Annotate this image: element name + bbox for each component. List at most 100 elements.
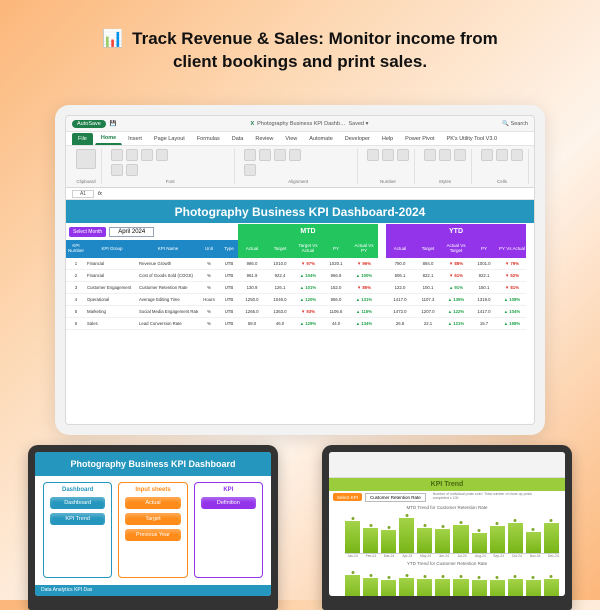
cell[interactable]: 1266.0 (238, 306, 266, 318)
cell[interactable]: 1001.0 (470, 258, 498, 270)
format-cells-icon[interactable] (511, 149, 523, 161)
tab-view[interactable]: View (279, 133, 303, 145)
save-icon[interactable]: 💾 (110, 121, 117, 127)
cell[interactable]: 4 (66, 294, 86, 306)
autosave-toggle[interactable]: AutoSave (72, 120, 106, 128)
cell[interactable]: ▼ 97% (294, 258, 322, 270)
tab-developer[interactable]: Developer (339, 133, 376, 145)
tab-automate[interactable]: Automate (303, 133, 339, 145)
cell[interactable]: 1106.6 (322, 306, 350, 318)
cell[interactable]: 1046.0 (266, 294, 294, 306)
cell[interactable]: 5 (66, 306, 86, 318)
cell-styles-icon[interactable] (454, 149, 466, 161)
tab-utility[interactable]: PK's Utility Tool V3.0 (441, 133, 503, 145)
kpi-row[interactable]: 1FinancialRevenue Growth%UTB986.01010.0▼… (66, 258, 534, 270)
cell[interactable]: Hours (198, 294, 220, 306)
cell[interactable]: Average Editing Time (138, 294, 198, 306)
underline-icon[interactable] (141, 149, 153, 161)
cell[interactable]: ▼ 61% (442, 270, 470, 282)
cell[interactable]: ▼ 81% (498, 282, 526, 294)
wrap-text-icon[interactable] (289, 149, 301, 161)
cell[interactable]: ▲ 131% (350, 294, 378, 306)
nav-actual[interactable]: Actual (125, 497, 180, 509)
fill-color-icon[interactable] (111, 164, 123, 176)
border-icon[interactable] (156, 149, 168, 161)
search-box[interactable]: 🔍 Search (502, 121, 528, 127)
cell[interactable]: ▼ 96% (350, 258, 378, 270)
merge-icon[interactable] (244, 164, 256, 176)
worksheet[interactable]: Photography Business KPI Dashboard-2024 … (66, 200, 534, 424)
saved-indicator[interactable]: Saved ▾ (349, 121, 369, 127)
cell[interactable]: Customer Retention Rate (138, 282, 198, 294)
cell[interactable]: ▲ 134% (350, 318, 378, 330)
cell[interactable]: UTB (220, 282, 238, 294)
cell[interactable]: Marketing (86, 306, 138, 318)
cell[interactable]: 22.1 (414, 318, 442, 330)
cell[interactable]: ▲ 108% (498, 294, 526, 306)
nav-kpi-trend[interactable]: KPI Trend (50, 513, 105, 525)
tab-formulas[interactable]: Formulas (191, 133, 226, 145)
kpi-row[interactable]: 3Customer EngagementCustomer Retention R… (66, 282, 534, 294)
cell[interactable]: UTB (220, 318, 238, 330)
cell[interactable]: ▲ 100% (350, 270, 378, 282)
cell[interactable] (378, 258, 386, 270)
cell[interactable]: 58.0 (238, 318, 266, 330)
cell[interactable]: 961.9 (238, 270, 266, 282)
cell[interactable]: ▼ 52% (498, 270, 526, 282)
cell[interactable]: ▲ 104% (294, 270, 322, 282)
cell[interactable]: 1417.0 (386, 294, 414, 306)
cell[interactable]: UTB (220, 294, 238, 306)
cell[interactable]: UTB (220, 306, 238, 318)
currency-icon[interactable] (367, 149, 379, 161)
cell[interactable]: 1319.0 (470, 294, 498, 306)
cell[interactable]: 894.0 (414, 258, 442, 270)
cell[interactable]: 1363.0 (266, 306, 294, 318)
cell[interactable]: 1417.0 (470, 306, 498, 318)
cell[interactable] (378, 282, 386, 294)
align-right-icon[interactable] (274, 149, 286, 161)
cell[interactable]: 1010.0 (266, 258, 294, 270)
tab-help[interactable]: Help (376, 133, 399, 145)
cell[interactable]: ▲ 135% (442, 294, 470, 306)
tab-data[interactable]: Data (226, 133, 250, 145)
font-color-icon[interactable] (126, 164, 138, 176)
cell[interactable]: 1250.0 (238, 294, 266, 306)
cell[interactable]: 152.0 (322, 282, 350, 294)
kpi-row[interactable]: 5MarketingSocial Media Engagement Rate%U… (66, 306, 534, 318)
cell[interactable]: ▼ 79% (498, 258, 526, 270)
cell[interactable]: ▲ 101% (294, 282, 322, 294)
format-table-icon[interactable] (439, 149, 451, 161)
cell[interactable]: 1020.1 (322, 258, 350, 270)
cell[interactable] (378, 318, 386, 330)
cell[interactable]: Customer Engagement (86, 282, 138, 294)
cell[interactable]: Operational (86, 294, 138, 306)
cell[interactable]: 46.0 (266, 318, 294, 330)
cell[interactable]: 986.0 (238, 258, 266, 270)
cell[interactable]: Social Media Engagement Rate (138, 306, 198, 318)
cell[interactable]: ▲ 121% (442, 318, 470, 330)
align-center-icon[interactable] (259, 149, 271, 161)
cell[interactable]: 130.9 (238, 282, 266, 294)
cell[interactable]: 1107.3 (414, 294, 442, 306)
cell[interactable]: % (198, 318, 220, 330)
cell[interactable]: Financial (86, 258, 138, 270)
cell[interactable]: 1207.0 (414, 306, 442, 318)
cell[interactable]: ▲ 158% (498, 318, 526, 330)
cell[interactable]: 1472.0 (386, 306, 414, 318)
cell[interactable]: 790.0 (386, 258, 414, 270)
tab-insert[interactable]: Insert (122, 133, 148, 145)
cell[interactable]: ▲ 91% (442, 282, 470, 294)
cell[interactable]: Revenue Growth (138, 258, 198, 270)
tab-page-layout[interactable]: Page Layout (148, 133, 191, 145)
cell[interactable]: 44.0 (322, 318, 350, 330)
cell[interactable]: ▼ 85% (350, 282, 378, 294)
cell[interactable]: Financial (86, 270, 138, 282)
nav-target[interactable]: Target (125, 513, 180, 525)
percent-icon[interactable] (382, 149, 394, 161)
cell[interactable]: % (198, 306, 220, 318)
cell[interactable]: 922.1 (470, 270, 498, 282)
cell[interactable]: 922.4 (266, 270, 294, 282)
tab-review[interactable]: Review (249, 133, 279, 145)
cell[interactable]: ▲ 115% (350, 306, 378, 318)
cell[interactable]: 100.1 (414, 282, 442, 294)
